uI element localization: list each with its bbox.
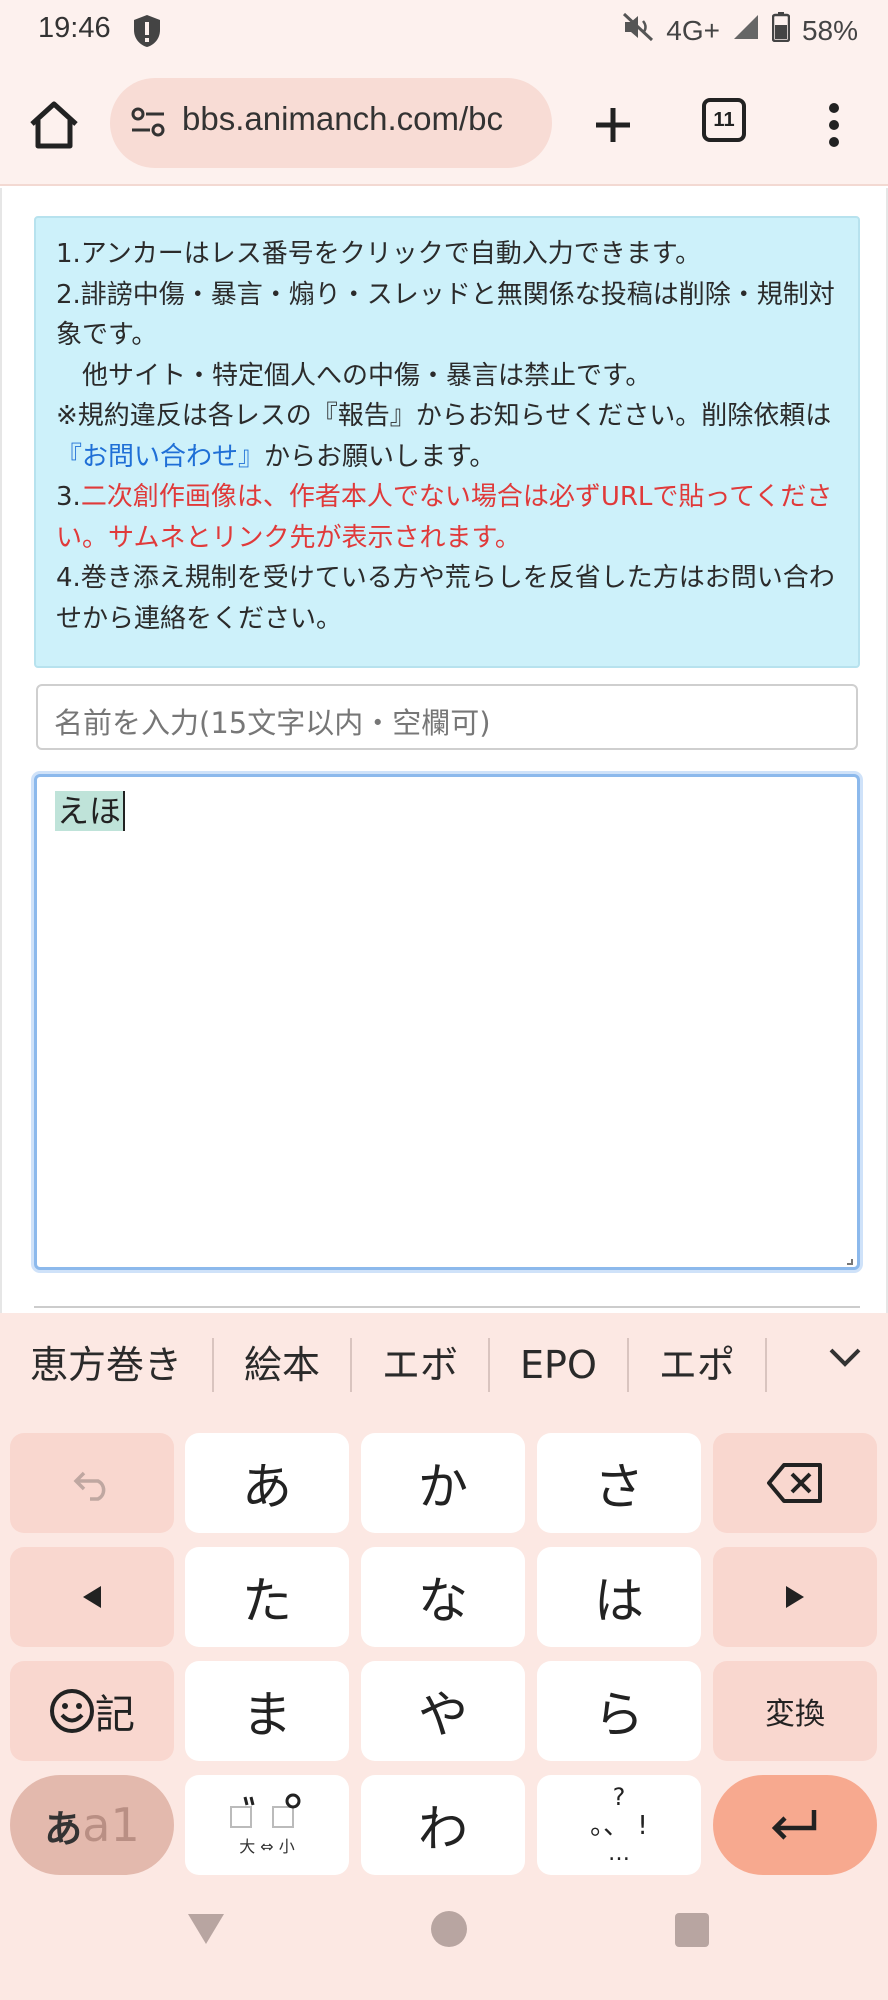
contact-link[interactable]: 『お問い合わせ』: [56, 442, 264, 472]
punctuation-key[interactable]: ? 。、 ! …: [537, 1775, 701, 1875]
composing-text[interactable]: えほ: [55, 791, 126, 831]
input-mode-key[interactable]: あ a1: [10, 1775, 174, 1875]
rules-notice: 1.アンカーはレス番号をクリックで自動入力できます。 2.誹謗中傷・暴言・煽り・…: [34, 216, 860, 668]
punct-mid: 。、 !: [590, 1811, 648, 1841]
enter-key[interactable]: [713, 1775, 877, 1875]
expand-suggestions-button[interactable]: [828, 1347, 862, 1373]
address-bar[interactable]: bbs.animanch.com/bc: [110, 78, 552, 168]
site-settings-icon[interactable]: [130, 106, 166, 142]
home-button[interactable]: [26, 100, 82, 150]
convert-key[interactable]: 変換: [713, 1661, 877, 1761]
notice-line-5-warning: 二次創作画像は、作者本人でない場合は必ずURLで貼ってください。サムネとリンク先…: [56, 482, 833, 553]
backspace-key[interactable]: [713, 1433, 877, 1533]
new-tab-button[interactable]: [588, 100, 638, 150]
key-ta[interactable]: た: [185, 1547, 349, 1647]
browser-toolbar: bbs.animanch.com/bc 11: [0, 60, 888, 186]
chevron-down-icon: [829, 1348, 861, 1367]
mode-label-kana: あ: [44, 1806, 83, 1851]
arrow-left-icon: [83, 1586, 101, 1608]
resize-grip-icon[interactable]: [847, 1259, 853, 1265]
emoji-key-label: 記: [95, 1692, 135, 1738]
smiley-icon: [50, 1689, 94, 1733]
key-ka[interactable]: か: [361, 1433, 525, 1533]
dakuten-key-label: 大 ⇔ 小: [239, 1837, 295, 1856]
cursor-left-key[interactable]: [10, 1547, 174, 1647]
notice-line-4: ※規約違反は各レスの『報告』からお知らせください。削除依頼は『お問い合わせ』から…: [56, 396, 838, 477]
key-na[interactable]: な: [361, 1547, 525, 1647]
notice-line-4-post: からお願いします。: [264, 441, 496, 472]
status-bar: 19:46 4G+ 58%: [0, 0, 888, 60]
battery-icon: [771, 12, 791, 49]
plus-icon: [596, 108, 630, 142]
key-ma[interactable]: ま: [185, 1661, 349, 1761]
enter-icon: [771, 1810, 817, 1840]
key-ya[interactable]: や: [361, 1661, 525, 1761]
more-menu-button[interactable]: [822, 100, 846, 150]
suggestion-item[interactable]: 絵本: [214, 1338, 353, 1392]
name-field[interactable]: 名前を入力(15文字以内・空欄可): [36, 684, 858, 750]
notice-line-1: 1.アンカーはレス番号をクリックで自動入力できます。: [56, 239, 702, 269]
undo-icon: [73, 1471, 106, 1501]
mode-label-alnum: a1: [82, 1798, 140, 1852]
suggestion-item[interactable]: エポ: [629, 1338, 767, 1392]
back-button[interactable]: [186, 1912, 226, 1950]
suggestion-bar: 恵方巻き 絵本 エボ EPO エポ: [0, 1313, 888, 1417]
emoji-symbol-key[interactable]: 記: [10, 1661, 174, 1761]
key-a[interactable]: あ: [185, 1433, 349, 1533]
notice-line-5-num: 3.: [56, 482, 81, 512]
backspace-icon: [767, 1463, 822, 1503]
punct-top: ?: [612, 1783, 626, 1811]
home-circle-icon: [431, 1911, 467, 1947]
home-icon: [30, 101, 78, 149]
tab-switcher-button[interactable]: 11: [702, 98, 746, 142]
recents-button[interactable]: [674, 1912, 710, 1952]
key-ha[interactable]: は: [537, 1547, 701, 1647]
notice-line-3: 他サイト・特定個人への中傷・暴言は禁止です。: [56, 360, 652, 391]
back-triangle-icon: [188, 1914, 224, 1944]
status-time: 19:46: [38, 12, 111, 44]
notice-line-4-pre: ※規約違反は各レスの『報告』からお知らせください。削除依頼は: [56, 401, 832, 431]
key-ra[interactable]: ら: [537, 1661, 701, 1761]
suggestion-item[interactable]: EPO: [490, 1338, 629, 1392]
notice-line-5: 3.二次創作画像は、作者本人でない場合は必ずURLで貼ってください。サムネとリン…: [56, 477, 838, 558]
signal-icon: [732, 13, 760, 48]
notice-line-6: 4.巻き添え規制を受けている方や荒らしを反省した方はお問い合わせから連絡をくださ…: [56, 563, 835, 634]
dakuten-handakuten-icon: [230, 1793, 301, 1828]
more-vert-icon: [829, 103, 839, 147]
convert-key-label: 変換: [765, 1697, 825, 1732]
recents-square-icon: [675, 1913, 709, 1947]
post-body-textarea[interactable]: えほ: [34, 774, 860, 1270]
home-nav-button[interactable]: [430, 1910, 468, 1952]
dakuten-key[interactable]: 大 ⇔ 小: [185, 1775, 349, 1875]
cursor-right-key[interactable]: [713, 1547, 877, 1647]
notice-line-2: 2.誹謗中傷・暴言・煽り・スレッドと無関係な投稿は削除・規制対象です。: [56, 279, 835, 351]
system-nav-bar: [0, 1880, 888, 2000]
battery-level: 58%: [801, 14, 858, 46]
punct-bottom: …: [608, 1841, 630, 1866]
arrow-right-icon: [786, 1586, 804, 1608]
key-wa[interactable]: わ: [361, 1775, 525, 1875]
suggestion-item[interactable]: エボ: [352, 1338, 491, 1392]
key-sa[interactable]: さ: [537, 1433, 701, 1533]
web-page: 1.アンカーはレス番号をクリックで自動入力できます。 2.誹謗中傷・暴言・煽り・…: [0, 188, 888, 1313]
undo-key[interactable]: [10, 1433, 174, 1533]
suggestion-item[interactable]: 恵方巻き: [0, 1338, 215, 1392]
url-text[interactable]: bbs.animanch.com/bc: [182, 100, 503, 138]
shield-alert-icon: [132, 14, 162, 52]
mute-icon: [622, 12, 654, 49]
network-type: 4G+: [666, 14, 720, 46]
